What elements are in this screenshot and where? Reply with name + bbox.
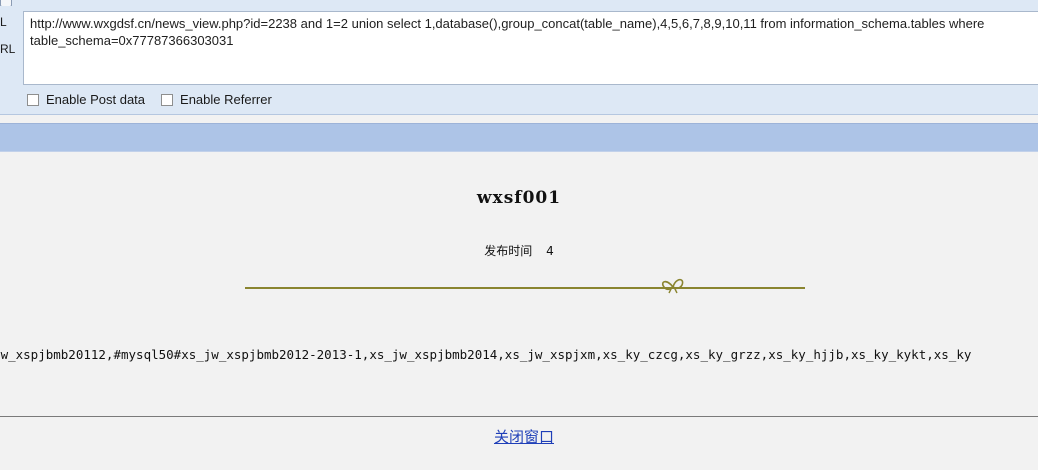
divider-line <box>245 287 805 289</box>
enable-referrer-label: Enable Referrer <box>180 92 272 107</box>
article-title: wxsf001 <box>476 188 562 208</box>
options-row: Enable Post data Enable Referrer <box>27 92 288 107</box>
collapsed-button[interactable] <box>0 0 12 6</box>
article-content: s_jw_xspjbmb20112,#mysql50#xs_jw_xspjbmb… <box>0 347 972 362</box>
publish-time-value: 4 <box>546 244 554 258</box>
enable-post-data-label: Enable Post data <box>46 92 146 107</box>
url-input[interactable]: http://www.wxgdsf.cn/news_view.php?id=22… <box>23 11 1038 85</box>
enable-post-data-checkbox[interactable] <box>27 93 39 106</box>
publish-time-label: 发布时间 <box>484 244 533 258</box>
enable-referrer-checkbox[interactable] <box>161 93 174 106</box>
load-url-label: L <box>0 15 7 29</box>
enable-referrer-option[interactable]: Enable Referrer <box>161 92 272 107</box>
ribbon-bow-icon <box>661 278 684 294</box>
top-strip <box>0 0 1038 6</box>
enable-post-data-option[interactable]: Enable Post data <box>27 92 145 107</box>
footer-rule <box>0 416 1038 417</box>
split-url-label: RL <box>0 42 16 56</box>
publish-info: 发布时间 4 <box>0 242 1038 259</box>
hackbar-toolbar: L RL http://www.wxgdsf.cn/news_view.php?… <box>0 0 1038 115</box>
close-window-link[interactable]: 关闭窗口 <box>0 426 1038 447</box>
header-band <box>0 123 1038 152</box>
